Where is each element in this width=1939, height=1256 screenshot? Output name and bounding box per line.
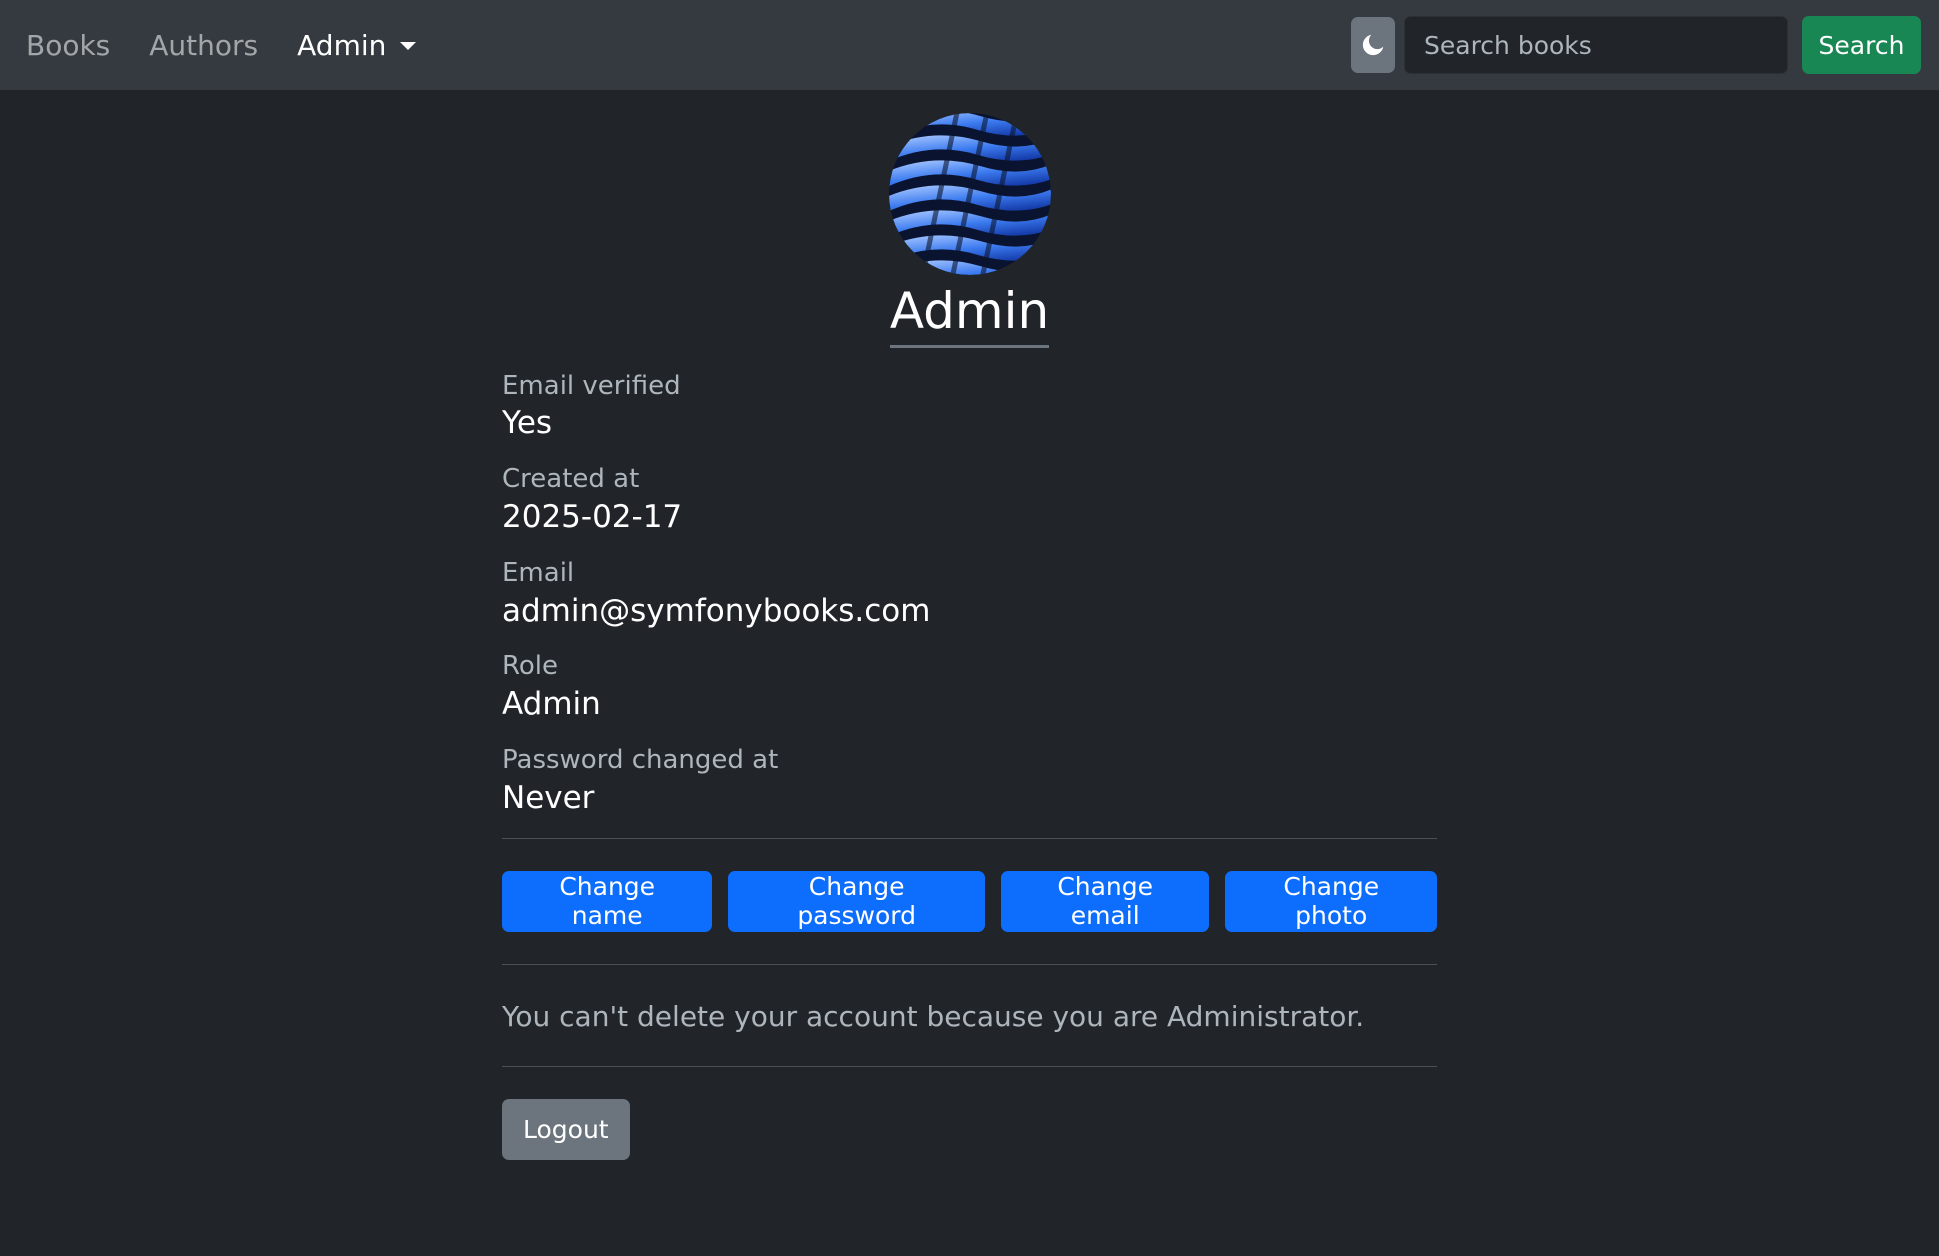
nav-link-books[interactable]: Books bbox=[20, 29, 116, 62]
field-email: Email admin@symfonybooks.com bbox=[502, 557, 1437, 633]
nav-search-area: Search bbox=[1351, 16, 1921, 74]
field-created-at: Created at 2025-02-17 bbox=[502, 463, 1437, 539]
change-email-button[interactable]: Change email bbox=[1000, 870, 1210, 932]
field-email-verified: Email verified Yes bbox=[502, 370, 1437, 446]
field-role: Role Admin bbox=[502, 650, 1437, 726]
field-label: Email bbox=[502, 557, 575, 588]
field-password-changed-at: Password changed at Never bbox=[502, 744, 1437, 820]
field-value: Admin bbox=[502, 686, 601, 723]
profile-actions: Change name Change password Change email… bbox=[502, 839, 1438, 964]
profile-name: Admin bbox=[889, 282, 1050, 348]
field-value: Never bbox=[502, 779, 595, 816]
field-value: Yes bbox=[502, 405, 553, 442]
search-input[interactable] bbox=[1404, 16, 1788, 74]
moon-icon bbox=[1362, 34, 1384, 56]
field-label: Email verified bbox=[502, 370, 681, 401]
profile-fields: Email verified Yes Created at 2025-02-17… bbox=[502, 370, 1437, 820]
top-navbar: Books Authors Admin Search bbox=[0, 0, 1939, 90]
avatar bbox=[888, 113, 1051, 275]
field-label: Role bbox=[502, 651, 559, 682]
field-label: Password changed at bbox=[502, 745, 779, 776]
field-value: 2025-02-17 bbox=[502, 498, 683, 535]
field-label: Created at bbox=[502, 464, 640, 495]
delete-account-notice: You can't delete your account because yo… bbox=[502, 999, 1365, 1033]
admin-dropdown-toggle[interactable]: Admin bbox=[291, 29, 422, 62]
admin-dropdown-label: Admin bbox=[297, 28, 387, 62]
change-name-button[interactable]: Change name bbox=[502, 870, 713, 932]
change-photo-button[interactable]: Change photo bbox=[1225, 870, 1438, 932]
nav-link-authors[interactable]: Authors bbox=[143, 29, 264, 62]
nav-links: Books Authors Admin bbox=[20, 29, 422, 62]
theme-toggle-button[interactable] bbox=[1351, 17, 1395, 73]
caret-down-icon bbox=[400, 41, 417, 50]
field-value: admin@symfonybooks.com bbox=[502, 592, 931, 629]
search-button[interactable]: Search bbox=[1802, 16, 1921, 74]
profile-section: Admin Email verified Yes Created at 2025… bbox=[502, 90, 1438, 1160]
logout-button[interactable]: Logout bbox=[502, 1098, 630, 1160]
change-password-button[interactable]: Change password bbox=[728, 870, 985, 932]
